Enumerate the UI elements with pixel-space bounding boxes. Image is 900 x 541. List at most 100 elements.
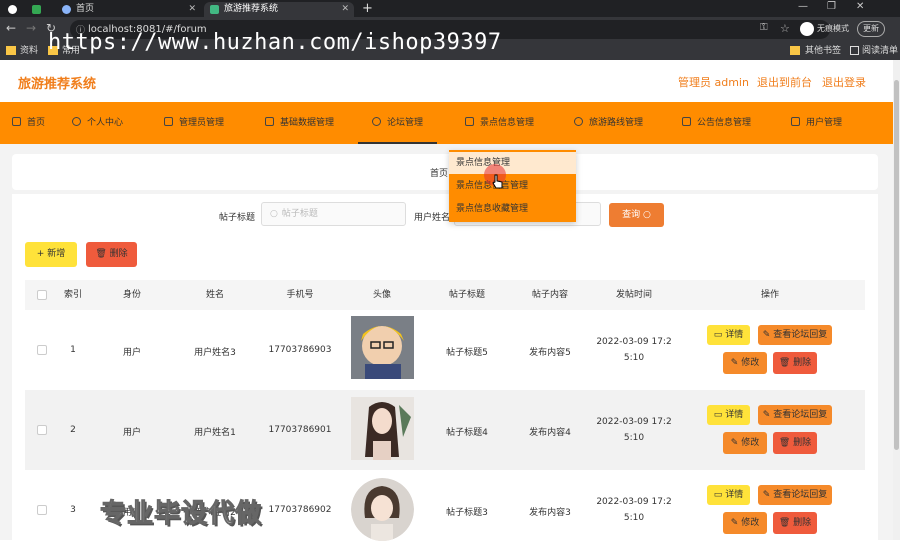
delete-button[interactable]: 🗑 删除 [773, 512, 817, 534]
column-header: 操作 [760, 290, 779, 300]
cell-content: 发布内容3 [529, 508, 571, 518]
close-window-icon[interactable]: ✕ [856, 1, 864, 12]
delete-label: 删除 [793, 518, 812, 528]
trash-icon: 🗑 [95, 249, 107, 259]
row-checkbox[interactable] [37, 345, 47, 355]
star-icon[interactable]: ☆ [780, 22, 790, 35]
nav-item-home[interactable]: 首页 [12, 102, 45, 144]
overlay-watermark-url: https://www.huzhan.com/ishop39397 [48, 30, 502, 55]
nav-item-profile[interactable]: 个人中心 [72, 102, 123, 144]
restore-icon[interactable]: ❐ [827, 1, 836, 12]
bookmark-item[interactable]: 资料 [20, 42, 38, 60]
nav-label: 公告信息管理 [697, 118, 752, 128]
add-button[interactable]: + 新增 [25, 242, 77, 267]
app-icon [32, 5, 41, 14]
nav-item-basic-data[interactable]: 基础数据管理 [265, 102, 334, 144]
row-checkbox[interactable] [37, 425, 47, 435]
dropdown-item-attraction-comments[interactable]: 景点信息留言管理 [449, 175, 576, 197]
delete-button[interactable]: 🗑 删除 [773, 432, 817, 454]
logout-link[interactable]: 退出登录 [822, 74, 866, 90]
cell-time: 2022-03-09 17:2 [596, 497, 672, 507]
avatar [351, 316, 414, 379]
overlay-watermark-text: 专业毕设代做 [99, 499, 263, 530]
column-header: 发帖时间 [615, 290, 652, 300]
batch-delete-button[interactable]: 🗑 删除 [86, 242, 137, 267]
incognito-label: 无痕模式 [817, 24, 849, 33]
cell-title: 帖子标题5 [446, 348, 488, 358]
view-replies-button[interactable]: ✎ 查看论坛回复 [758, 485, 832, 505]
nav-item-users[interactable]: 用户管理 [791, 102, 842, 144]
trash-icon: 🗑 [778, 358, 791, 368]
query-button[interactable]: 查询 ○ [609, 203, 664, 227]
row-checkbox[interactable] [37, 505, 47, 515]
vue-icon [210, 5, 219, 14]
avatar [351, 478, 414, 541]
edit-icon: ✎ [730, 518, 739, 528]
nav-item-routes[interactable]: 旅游路线管理 [574, 102, 643, 144]
dropdown-item-attraction-favorites[interactable]: 景点信息收藏管理 [449, 198, 576, 220]
title-filter-input[interactable]: ○ 帖子标题 [261, 202, 406, 226]
scrollbar-thumb[interactable] [894, 80, 899, 450]
view-replies-button[interactable]: ✎ 查看论坛回复 [758, 325, 832, 345]
browser-tab-home[interactable]: 首页 ✕ [56, 2, 201, 17]
add-label: 新增 [47, 249, 66, 259]
view-replies-button[interactable]: ✎ 查看论坛回复 [758, 405, 832, 425]
nav-item-admins[interactable]: 管理员管理 [164, 102, 224, 144]
reading-list-icon [850, 46, 859, 55]
delete-label: 删除 [793, 358, 812, 368]
grid-icon [265, 117, 274, 126]
edit-button[interactable]: ✎ 修改 [723, 432, 767, 454]
forward-icon[interactable]: → [26, 21, 36, 35]
query-label: 查询 [622, 210, 641, 220]
users-icon [791, 117, 800, 126]
detail-label: 详情 [725, 410, 744, 420]
cell-time: 2022-03-09 17:2 [596, 337, 672, 347]
page-scrollbar[interactable] [893, 60, 900, 540]
attraction-icon [465, 117, 474, 126]
edit-label: 修改 [741, 518, 760, 528]
edit-button[interactable]: ✎ 修改 [723, 352, 767, 374]
browser-tab-pinned-2[interactable] [28, 2, 46, 17]
new-tab-icon[interactable]: + [362, 1, 373, 16]
trash-icon: 🗑 [778, 518, 791, 528]
trash-icon: 🗑 [778, 438, 791, 448]
nav-label: 论坛管理 [387, 118, 424, 128]
close-icon[interactable]: ✕ [188, 2, 196, 17]
nav-item-forum[interactable]: 论坛管理 [358, 102, 438, 144]
breadcrumb-home[interactable]: 首页 [430, 169, 448, 179]
edit-label: 修改 [741, 438, 760, 448]
back-to-front-link[interactable]: 退出到前台 [757, 74, 812, 90]
edit-button[interactable]: ✎ 修改 [723, 512, 767, 534]
update-button[interactable]: 更新 [857, 21, 885, 37]
cell-index: 1 [70, 345, 76, 355]
detail-button[interactable]: ▭ 详情 [707, 405, 750, 425]
delete-button[interactable]: 🗑 删除 [773, 352, 817, 374]
column-header: 手机号 [286, 290, 314, 300]
cell-name: 用户姓名1 [194, 428, 236, 438]
select-all-checkbox[interactable] [37, 290, 47, 300]
cell-role: 用户 [122, 348, 141, 358]
route-icon [574, 117, 583, 126]
browser-tab-pinned-1[interactable] [4, 2, 22, 17]
nav-item-attractions[interactable]: 景点信息管理 [465, 102, 534, 144]
key-icon[interactable]: ⚿ [760, 22, 768, 33]
edit-icon: ✎ [762, 490, 771, 500]
detail-label: 详情 [725, 330, 744, 340]
cell-time: 5:10 [623, 513, 645, 523]
back-icon[interactable]: ← [6, 21, 16, 35]
other-bookmarks[interactable]: 其他书签 [805, 42, 841, 60]
folder-icon [6, 46, 16, 55]
nav-label: 用户管理 [806, 118, 843, 128]
close-icon[interactable]: ✕ [341, 2, 349, 17]
nav-item-notices[interactable]: 公告信息管理 [682, 102, 751, 144]
minimize-icon[interactable]: — [798, 1, 808, 12]
detail-icon: ▭ [713, 330, 723, 340]
title-filter-label: 帖子标题 [219, 213, 256, 223]
detail-button[interactable]: ▭ 详情 [707, 325, 750, 345]
reading-list[interactable]: 阅读清单 [862, 42, 898, 60]
detail-button[interactable]: ▭ 详情 [707, 485, 750, 505]
browser-tab-app[interactable]: 旅游推荐系统 ✕ [204, 2, 354, 17]
dropdown-item-attractions[interactable]: 景点信息管理 [449, 152, 576, 174]
cell-content: 发布内容4 [529, 428, 571, 438]
app-header: 旅游推荐系统 管理员 admin 退出到前台 退出登录 [0, 60, 893, 102]
